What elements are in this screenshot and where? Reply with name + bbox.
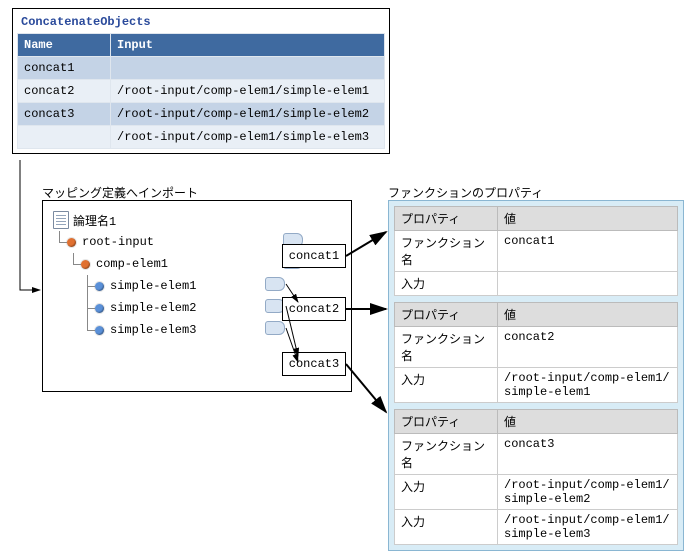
tree-node-label: simple-elem3 <box>110 323 196 337</box>
col-name: Name <box>18 34 111 57</box>
tree-node-simple-elem3[interactable]: simple-elem3 <box>53 319 341 341</box>
leaf-icon <box>95 304 104 313</box>
tree-node-simple-elem1[interactable]: simple-elem1 <box>53 275 341 297</box>
tree-node-label: 論理名1 <box>73 212 116 229</box>
property-table-concat3: プロパティ値 ファンクション名concat3 入力/root-input/com… <box>394 409 678 545</box>
leaf-icon <box>95 326 104 335</box>
element-icon <box>81 260 90 269</box>
function-node-concat1[interactable]: concat1 <box>282 244 346 268</box>
port-icon[interactable] <box>265 277 285 291</box>
import-label: マッピング定義へインポート <box>42 184 198 201</box>
leaf-icon <box>95 282 104 291</box>
tree-node-label: simple-elem1 <box>110 279 196 293</box>
tree-root[interactable]: 論理名1 <box>53 209 341 231</box>
properties-label: ファンクションのプロパティ <box>388 184 543 201</box>
concatenate-objects-table: Name Input concat1 concat2 /root-input/c… <box>17 33 385 149</box>
tree-node-label: comp-elem1 <box>96 257 168 271</box>
properties-area: プロパティ値 ファンクション名concat1 入力 プロパティ値 ファンクション… <box>388 200 684 551</box>
property-table-concat2: プロパティ値 ファンクション名concat2 入力/root-input/com… <box>394 302 678 403</box>
col-input: Input <box>111 34 385 57</box>
function-node-label: concat3 <box>289 357 339 371</box>
table-row: concat1 <box>18 57 385 80</box>
document-icon <box>53 211 69 229</box>
tree-node-label: root-input <box>82 235 154 249</box>
function-node-concat3[interactable]: concat3 <box>282 352 346 376</box>
table-row: /root-input/comp-elem1/simple-elem3 <box>18 126 385 149</box>
function-node-label: concat2 <box>289 302 339 316</box>
concatenate-objects-title: ConcatenateObjects <box>17 13 385 31</box>
function-node-concat2[interactable]: concat2 <box>282 297 346 321</box>
element-icon <box>67 238 76 247</box>
property-table-concat1: プロパティ値 ファンクション名concat1 入力 <box>394 206 678 296</box>
table-row: concat2 /root-input/comp-elem1/simple-el… <box>18 80 385 103</box>
tree-node-label: simple-elem2 <box>110 301 196 315</box>
concatenate-objects-box: ConcatenateObjects Name Input concat1 co… <box>12 8 390 154</box>
table-row: concat3 /root-input/comp-elem1/simple-el… <box>18 103 385 126</box>
function-node-label: concat1 <box>289 249 339 263</box>
port-icon[interactable] <box>265 321 285 335</box>
tree: 論理名1 root-input comp-elem1 simple-elem1 … <box>43 201 351 349</box>
